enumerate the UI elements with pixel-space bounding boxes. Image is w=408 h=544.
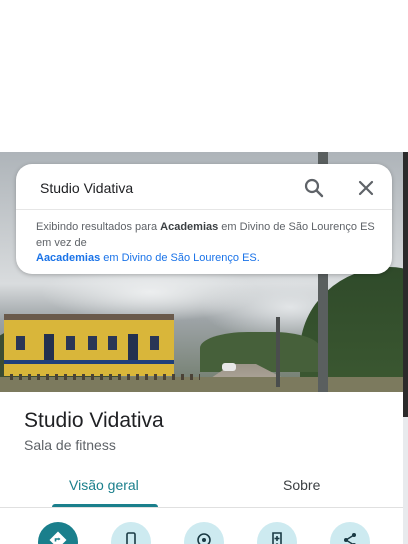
building-band	[4, 360, 174, 364]
active-tab-indicator	[52, 504, 158, 507]
original-term: Aacademias	[36, 252, 101, 264]
search-input[interactable]	[40, 178, 290, 198]
phone-icon	[122, 531, 140, 544]
share-button[interactable]	[330, 522, 370, 544]
tab-overview[interactable]: Visão geral	[69, 477, 139, 493]
window	[88, 336, 97, 350]
place-tabs: Visão geral Sobre	[0, 466, 403, 508]
fence	[10, 374, 200, 380]
call-button[interactable]	[111, 522, 151, 544]
nearby-button[interactable]	[184, 522, 224, 544]
nearby-icon	[195, 531, 213, 544]
door	[128, 334, 138, 360]
original-search-link[interactable]: Aacademias em Divino de São Lourenço ES.	[36, 252, 260, 264]
maps-place-page: Exibindo resultados para Academias em Di…	[0, 0, 408, 544]
place-category: Sala de fitness	[24, 437, 116, 453]
close-icon[interactable]	[354, 176, 378, 200]
building	[4, 314, 174, 376]
car	[222, 363, 236, 371]
search-icon[interactable]	[302, 176, 326, 200]
window	[16, 336, 25, 350]
search-bar	[16, 164, 392, 210]
original-suffix: em Divino de São Lourenço ES.	[100, 252, 260, 264]
place-title: Studio Vidativa	[24, 409, 164, 432]
save-icon	[268, 531, 286, 544]
spelling-suggestion: Exibindo resultados para Academias em Di…	[36, 220, 376, 267]
trees	[200, 332, 320, 372]
door	[44, 334, 54, 360]
save-button[interactable]	[257, 522, 297, 544]
corrected-term: Academias	[160, 221, 219, 233]
scrollbar-thumb[interactable]	[403, 152, 408, 417]
tab-about[interactable]: Sobre	[283, 477, 320, 493]
window	[108, 336, 117, 350]
directions-icon	[49, 531, 67, 544]
share-icon	[341, 531, 359, 544]
action-buttons	[0, 522, 403, 544]
window	[150, 336, 159, 350]
utility-pole	[276, 317, 280, 387]
search-card: Exibindo resultados para Academias em Di…	[16, 164, 392, 274]
suggestion-prefix: Exibindo resultados para	[36, 221, 161, 233]
window	[66, 336, 75, 350]
directions-button[interactable]	[38, 522, 78, 544]
